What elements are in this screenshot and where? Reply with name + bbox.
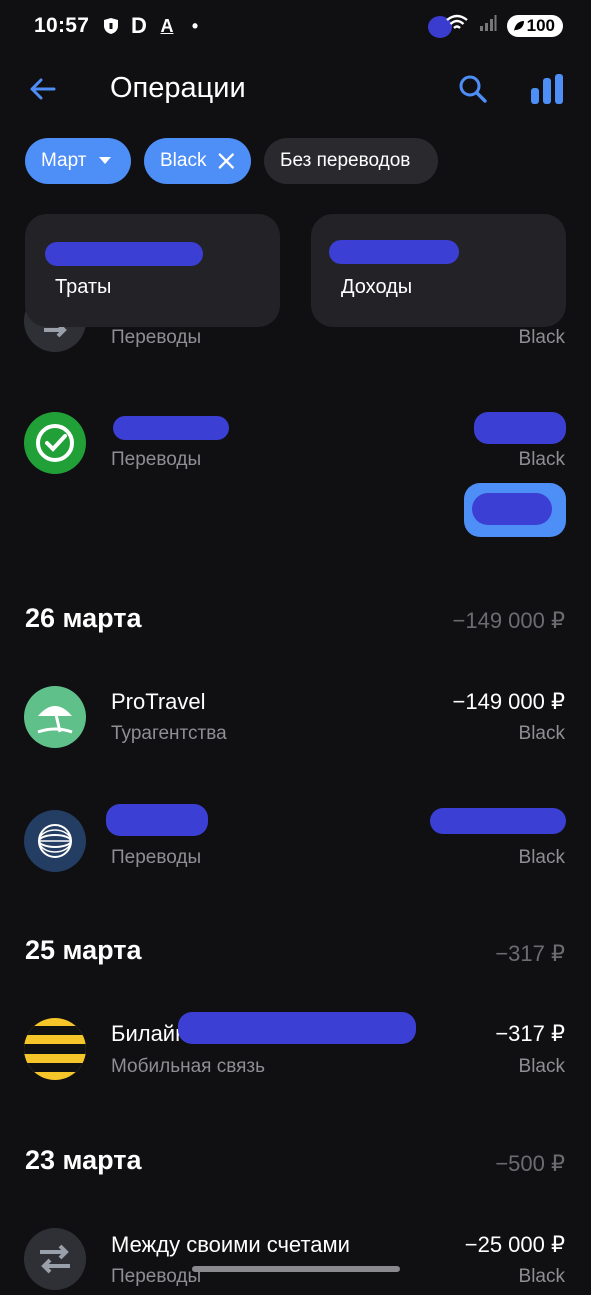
income-summary-card[interactable]: Доходы [311, 214, 566, 327]
shield-icon [102, 16, 120, 36]
a-app-icon: A [160, 15, 174, 36]
item-category: Переводы [111, 327, 202, 348]
redacted-badge-text [472, 493, 552, 525]
spend-label: Траты [55, 276, 112, 298]
gazprombank-avatar [24, 810, 86, 872]
transfers-filter-label: Без переводов [280, 150, 411, 171]
transfers-filter-chip[interactable]: Без переводов [264, 138, 438, 184]
redacted-amount [45, 242, 203, 266]
redacted-amount [329, 240, 459, 264]
redacted-name [113, 416, 229, 440]
income-label: Доходы [341, 276, 413, 298]
item-amount: −317 ₽ [495, 1021, 565, 1046]
beeline-logo-icon [24, 1026, 86, 1072]
page-title: Операции [110, 72, 246, 104]
status-notification-icons: D A • [102, 13, 204, 38]
month-filter-chip[interactable]: Март [25, 138, 131, 184]
list-item[interactable] [0, 790, 591, 886]
item-category: Турагентства [111, 723, 227, 744]
leaf-icon [513, 20, 524, 31]
item-category: Переводы [111, 449, 202, 470]
transfer-avatar [24, 1228, 86, 1290]
protravel-avatar [24, 686, 86, 748]
item-account: Black [518, 723, 565, 744]
item-category: Мобильная связь [111, 1056, 265, 1077]
date-header: 23 марта [25, 1145, 142, 1175]
battery-level: 100 [526, 15, 555, 35]
search-icon[interactable] [456, 72, 490, 106]
close-icon[interactable] [218, 152, 235, 170]
spend-summary-card[interactable]: Траты [25, 214, 280, 327]
item-account: Black [518, 847, 565, 868]
date-header: 25 марта [25, 935, 142, 965]
date-total: −500 ₽ [495, 1151, 565, 1176]
gesture-bar[interactable] [192, 1266, 400, 1272]
item-account: Black [518, 1266, 565, 1287]
item-amount: −149 000 ₽ [452, 689, 565, 714]
card-filter-label: Black [160, 150, 207, 171]
sber-logo-icon [36, 424, 74, 462]
globe-logo-icon [38, 824, 72, 858]
card-filter-chip[interactable]: Black [144, 138, 251, 184]
wifi-icon [445, 14, 469, 37]
status-system-icons: 100 [445, 14, 563, 37]
beach-umbrella-icon [37, 706, 73, 734]
redacted-name [106, 804, 208, 836]
signal-icon [479, 14, 497, 37]
redacted-amount [474, 412, 566, 444]
item-category: Переводы [111, 847, 202, 868]
date-total: −317 ₽ [495, 941, 565, 966]
item-account: Black [518, 1056, 565, 1077]
cashback-badge [464, 483, 566, 537]
item-name: ProTravel [111, 689, 206, 714]
month-filter-label: Март [41, 150, 87, 171]
list-item[interactable] [0, 668, 591, 764]
chevron-down-icon [99, 157, 112, 164]
dot-icon: • [191, 15, 199, 36]
status-time: 10:57 [34, 14, 90, 37]
swap-arrows-icon [40, 1244, 70, 1274]
battery-indicator: 100 [506, 14, 563, 37]
item-account: Black [518, 327, 565, 348]
item-account: Black [518, 449, 565, 470]
d-app-icon: D [131, 13, 147, 38]
beeline-avatar [24, 1018, 86, 1080]
date-total: −149 000 ₽ [452, 608, 565, 633]
bar-chart-icon[interactable] [528, 72, 568, 106]
date-header: 26 марта [25, 603, 142, 633]
redacted-name [178, 1012, 416, 1044]
item-amount: −25 000 ₽ [464, 1232, 565, 1257]
back-arrow-icon[interactable] [26, 72, 60, 106]
item-category: Переводы [111, 1266, 202, 1287]
redacted-amount [430, 808, 566, 834]
sber-avatar [24, 412, 86, 474]
item-name: Между своими счетами [111, 1232, 350, 1257]
